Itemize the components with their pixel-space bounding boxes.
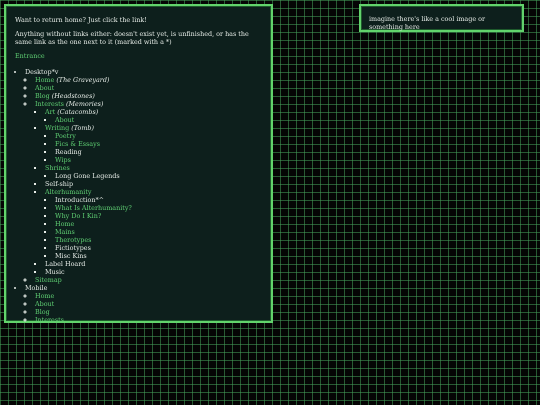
mobile-home-link[interactable]: Home: [35, 292, 54, 300]
misc-kins-item: Misc Kins: [55, 252, 87, 260]
introduction-item: Introduction*^: [55, 196, 105, 204]
blog-note: (Headstones): [51, 92, 95, 100]
reading-item: Reading: [55, 148, 82, 156]
interests-note: (Memories): [66, 100, 104, 108]
intro-text-1: Want to return home? Just click the link…: [15, 16, 147, 24]
art-link[interactable]: Art: [45, 108, 55, 116]
music-item: Music: [45, 268, 65, 276]
alter-home-link[interactable]: Home: [55, 220, 74, 228]
wips-link[interactable]: Wips: [55, 156, 71, 164]
long-gone-legends-item: Long Gone Legends: [55, 172, 120, 180]
desktop-home-item: Home (The Graveyard): [35, 76, 262, 84]
mains-link[interactable]: Mains: [55, 228, 75, 236]
writing-link[interactable]: Writing: [45, 124, 69, 132]
poetry-link[interactable]: Poetry: [55, 132, 76, 140]
label-hoard-item: Label Hoard: [45, 260, 86, 268]
what-is-alterhumanity-link[interactable]: What Is Alterhumanity?: [55, 204, 132, 212]
mobile-section: Mobile Home About Blog Interests: [25, 284, 262, 324]
sitemap-list: Desktop*v Home (The Graveyard) About Blo…: [15, 68, 262, 324]
desktop-label: Desktop*v: [25, 68, 59, 76]
alterhumanity-link[interactable]: Alterhumanity: [45, 188, 92, 196]
about-link[interactable]: About: [35, 84, 54, 92]
entrance-link[interactable]: Entrance: [15, 52, 262, 60]
desktop-section: Desktop*v Home (The Graveyard) About Blo…: [25, 68, 262, 284]
image-placeholder-panel: imagine there's like a cool image or som…: [359, 4, 524, 32]
sitemap-panel: Want to return home? Just click the link…: [4, 4, 273, 324]
art-about-link[interactable]: About: [55, 116, 74, 124]
interests-link[interactable]: Interests: [35, 100, 64, 108]
writing-note: (Tomb): [71, 124, 95, 132]
home-link[interactable]: Home: [35, 76, 54, 84]
intro-text-2: Anything without links either: doesn't e…: [15, 30, 249, 46]
fics-essays-link[interactable]: Fics & Essays: [55, 140, 100, 148]
mobile-label: Mobile: [25, 284, 48, 292]
mobile-about-link[interactable]: About: [35, 300, 54, 308]
sitemap-link[interactable]: Sitemap: [35, 276, 62, 284]
mobile-interests-link[interactable]: Interests: [35, 316, 64, 324]
why-do-i-kin-link[interactable]: Why Do I Kin?: [55, 212, 101, 220]
home-note: (The Graveyard): [56, 76, 110, 84]
shrines-link[interactable]: Shrines: [45, 164, 70, 172]
fictiotypes-item: Fictiotypes: [55, 244, 91, 252]
therotypes-link[interactable]: Therotypes: [55, 236, 91, 244]
blog-link[interactable]: Blog: [35, 92, 50, 100]
art-note: (Catacombs): [57, 108, 99, 116]
image-placeholder-text: imagine there's like a cool image or som…: [369, 15, 486, 31]
selfship-item: Self-ship: [45, 180, 74, 188]
mobile-blog-link[interactable]: Blog: [35, 308, 50, 316]
